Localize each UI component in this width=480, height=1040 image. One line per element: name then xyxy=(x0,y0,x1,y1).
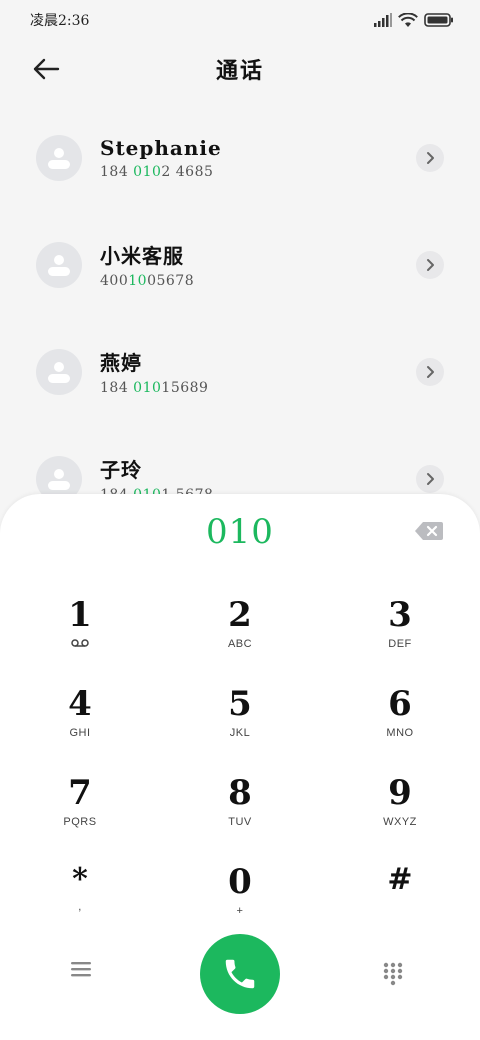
key-2[interactable]: 2 ABC xyxy=(160,580,320,669)
avatar xyxy=(36,134,82,181)
dialer-bottom-bar xyxy=(0,934,480,1014)
avatar xyxy=(36,348,82,395)
menu-icon xyxy=(71,962,91,977)
key-8[interactable]: 8 TUV xyxy=(160,758,320,847)
key-letters: GHI xyxy=(69,727,91,739)
key-digit: 4 xyxy=(68,684,92,724)
avatar xyxy=(36,241,82,288)
contact-row[interactable]: 燕婷 184 01015689 xyxy=(0,318,480,425)
key-digit: 2 xyxy=(228,595,252,635)
back-button[interactable] xyxy=(28,54,64,84)
key-digit: 5 xyxy=(228,684,252,724)
dial-number-display[interactable]: 010 xyxy=(0,512,480,552)
key-letters: MNO xyxy=(386,727,414,739)
key-letters: + xyxy=(236,905,244,917)
contact-name: 燕婷 xyxy=(100,351,142,375)
key-9[interactable]: 9 WXYZ xyxy=(320,758,480,847)
key-digit: 7 xyxy=(68,773,92,813)
key-hash[interactable]: # xyxy=(320,847,480,936)
contact-number: 184 01015689 xyxy=(100,380,209,396)
person-icon xyxy=(48,361,70,383)
contact-detail-button[interactable] xyxy=(416,250,444,279)
chevron-right-icon xyxy=(427,258,434,271)
status-bar: 凌晨2:36 xyxy=(0,0,480,40)
key-digit: 8 xyxy=(228,773,252,813)
key-digit: 6 xyxy=(388,684,412,724)
keypad-toggle-button[interactable] xyxy=(382,962,406,986)
key-star[interactable]: * , xyxy=(0,847,160,936)
key-letters: , xyxy=(78,901,82,913)
menu-button[interactable] xyxy=(70,960,100,986)
wifi-icon xyxy=(398,12,418,27)
page-title: 通话 xyxy=(215,58,264,84)
key-letters: JKL xyxy=(229,727,251,739)
contact-number: 4001005678 xyxy=(100,273,195,289)
contact-name: Stephanie xyxy=(100,135,222,160)
key-0[interactable]: 0 + xyxy=(160,847,320,936)
backspace-icon xyxy=(415,522,443,540)
contact-name: 小米客服 xyxy=(100,244,184,268)
dialpad-icon xyxy=(383,962,403,986)
key-digit: 3 xyxy=(388,595,412,635)
key-1[interactable]: 1 xyxy=(0,580,160,669)
chevron-right-icon xyxy=(427,365,434,378)
contact-detail-button[interactable] xyxy=(416,143,444,172)
contact-row[interactable]: Stephanie 184 0102 4685 xyxy=(0,104,480,211)
key-letters: WXYZ xyxy=(383,816,417,828)
key-letters: ABC xyxy=(227,638,253,650)
header: 通话 xyxy=(0,44,480,94)
voicemail-icon xyxy=(71,639,89,647)
contact-name: 子玲 xyxy=(100,458,142,482)
battery-icon xyxy=(424,13,453,27)
dialpad-panel: 010 1 2 ABC 3 DEF 4 GHI 5 JKL 6 MNO 7 PQ… xyxy=(0,494,480,1040)
keypad: 1 2 ABC 3 DEF 4 GHI 5 JKL 6 MNO 7 PQRS 8… xyxy=(0,580,480,936)
key-digit: 9 xyxy=(388,773,412,813)
key-3[interactable]: 3 DEF xyxy=(320,580,480,669)
contact-row[interactable]: 小米客服 4001005678 xyxy=(0,211,480,318)
contact-detail-button[interactable] xyxy=(416,357,444,386)
key-letters xyxy=(71,638,89,652)
phone-icon xyxy=(225,959,255,989)
contact-detail-button[interactable] xyxy=(416,464,444,493)
key-digit: 0 xyxy=(228,862,252,902)
key-letters: PQRS xyxy=(63,816,97,828)
backspace-button[interactable] xyxy=(414,520,444,542)
key-6[interactable]: 6 MNO xyxy=(320,669,480,758)
key-letters: TUV xyxy=(228,816,252,828)
chevron-right-icon xyxy=(427,151,434,164)
call-button[interactable] xyxy=(200,934,280,1014)
arrow-left-icon xyxy=(33,58,60,80)
key-letters: DEF xyxy=(388,638,412,650)
contact-list: Stephanie 184 0102 4685 小米客服 4001005678 xyxy=(0,104,480,532)
key-digit: 1 xyxy=(68,595,92,635)
key-digit: * xyxy=(72,862,88,897)
key-5[interactable]: 5 JKL xyxy=(160,669,320,758)
chevron-right-icon xyxy=(427,472,434,485)
key-digit: # xyxy=(387,862,413,897)
person-icon xyxy=(48,468,70,490)
key-4[interactable]: 4 GHI xyxy=(0,669,160,758)
status-time: 凌晨2:36 xyxy=(30,13,90,29)
person-icon xyxy=(48,147,70,169)
contact-number: 184 0102 4685 xyxy=(100,163,214,180)
signal-icon xyxy=(374,13,392,27)
status-icons xyxy=(374,12,454,28)
person-icon xyxy=(48,254,70,276)
key-7[interactable]: 7 PQRS xyxy=(0,758,160,847)
